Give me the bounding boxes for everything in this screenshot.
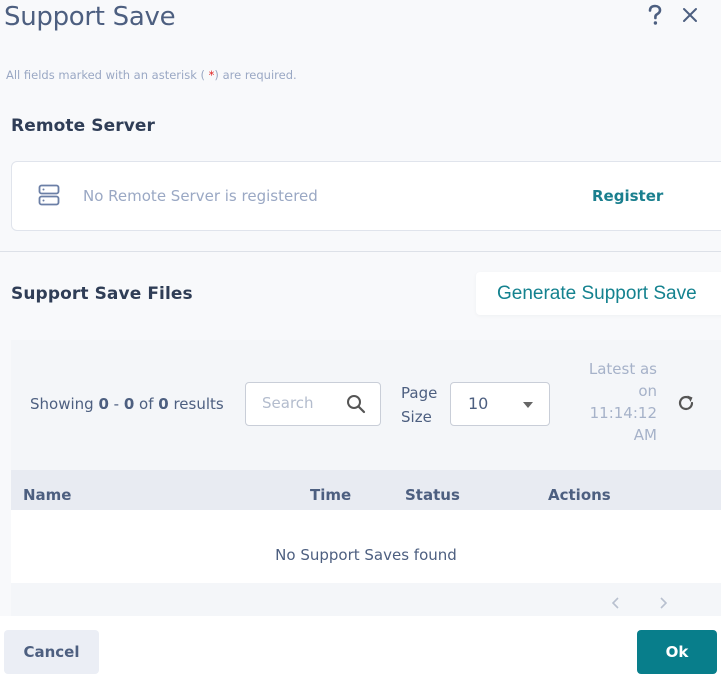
register-button[interactable]: Register [592, 187, 663, 205]
ok-button[interactable]: Ok [637, 630, 717, 674]
required-note-suffix: ) are required. [214, 68, 297, 82]
results-summary: Showing 0 - 0 of 0 results [30, 395, 224, 413]
latest-time: 11:14:12 [589, 404, 657, 422]
close-icon[interactable] [681, 6, 699, 24]
header-actions [647, 4, 699, 26]
page-size-label-line2: Size [401, 408, 432, 426]
search-input[interactable] [262, 394, 342, 412]
page-size-select[interactable]: 10 [450, 382, 550, 426]
support-save-dialog: Support Save All fields marked with an a… [0, 0, 721, 678]
chevron-left-icon[interactable] [610, 595, 622, 615]
showing-to: 0 [123, 395, 135, 413]
refresh-icon[interactable] [676, 393, 696, 417]
column-header-actions: Actions [548, 486, 611, 504]
latest-meridiem: AM [633, 426, 657, 444]
generate-support-save-button[interactable]: Generate Support Save [476, 272, 721, 315]
support-save-files-heading: Support Save Files [11, 284, 193, 304]
empty-table-message: No Support Saves found [275, 546, 457, 564]
section-divider [0, 251, 721, 252]
showing-from: 0 [98, 395, 109, 413]
column-header-name[interactable]: Name [23, 486, 71, 504]
help-icon[interactable] [647, 4, 663, 26]
page-size-label: Page Size [401, 381, 437, 429]
caret-down-icon [523, 402, 533, 408]
showing-of: of [134, 395, 159, 413]
cancel-button[interactable]: Cancel [4, 630, 99, 674]
required-note-prefix: All fields marked with an asterisk ( [6, 68, 209, 82]
latest-line1: Latest as [588, 360, 657, 378]
showing-sep: - [108, 395, 124, 413]
remote-server-heading: Remote Server [11, 116, 156, 136]
showing-suffix: results [168, 395, 224, 413]
remote-server-card: No Remote Server is registered Register [11, 161, 721, 231]
column-header-time[interactable]: Time [310, 486, 351, 504]
required-fields-note: All fields marked with an asterisk ( *) … [6, 68, 297, 82]
latest-timestamp: Latest as on 11:14:12 AM [571, 358, 657, 446]
search-icon[interactable] [346, 394, 366, 418]
table-header: Name Time Status Actions [11, 470, 721, 510]
support-save-table-panel: Showing 0 - 0 of 0 results Page Size 10 … [11, 340, 721, 616]
dialog-title: Support Save [4, 2, 176, 32]
showing-prefix: Showing [30, 395, 99, 413]
showing-total: 0 [158, 395, 169, 413]
remote-server-status: No Remote Server is registered [83, 187, 318, 205]
dialog-footer: Cancel Ok [0, 616, 721, 678]
table-body: No Support Saves found [11, 510, 721, 583]
page-size-value: 10 [468, 394, 489, 413]
search-field [245, 382, 381, 426]
server-icon [38, 184, 60, 210]
column-header-status[interactable]: Status [405, 486, 460, 504]
page-size-label-line1: Page [401, 384, 438, 402]
latest-line2: on [638, 382, 657, 400]
chevron-right-icon[interactable] [657, 595, 669, 615]
